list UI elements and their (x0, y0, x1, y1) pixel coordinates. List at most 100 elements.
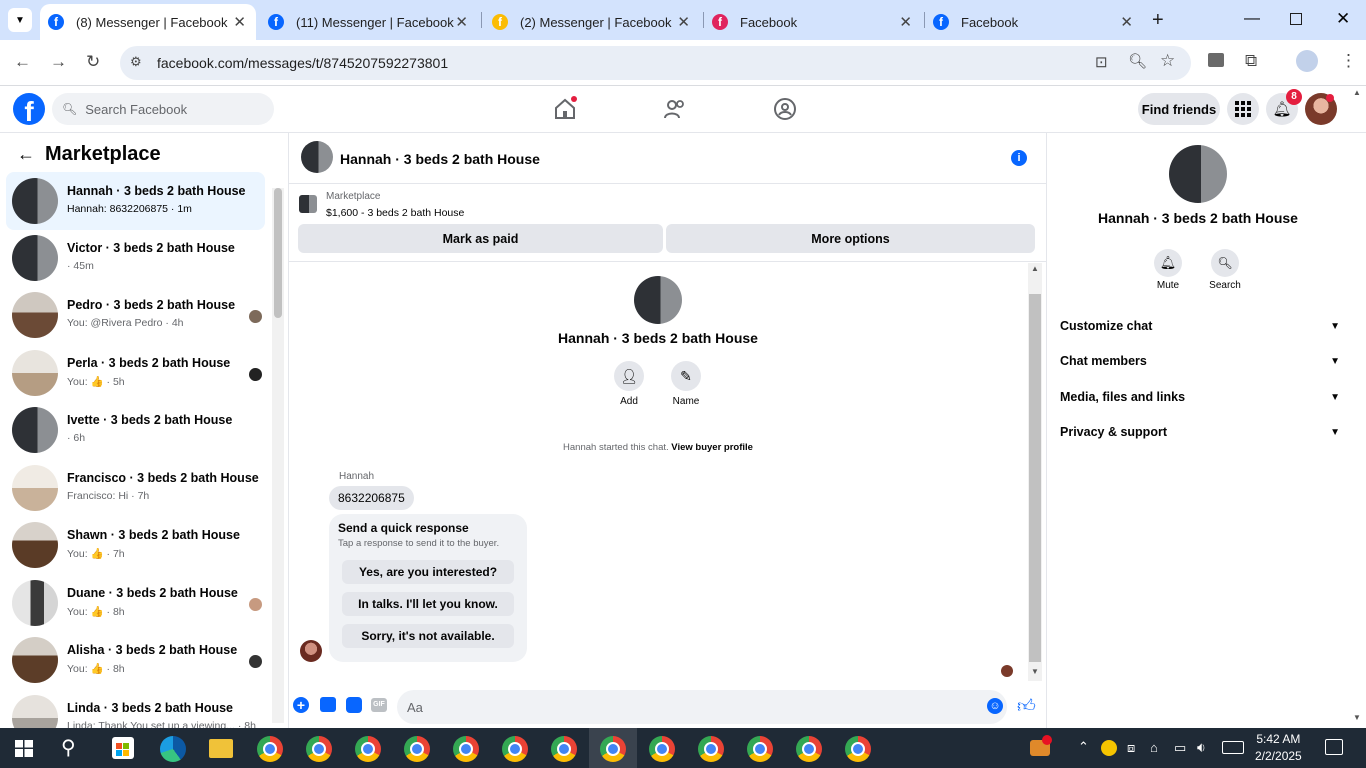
extensions-icon[interactable]: ⧉ (1245, 51, 1257, 71)
back-arrow-icon[interactable]: ← (17, 144, 35, 165)
page-scroll-down-arrow[interactable]: ▼ (1353, 713, 1361, 722)
plus-icon[interactable]: + (293, 697, 309, 713)
chrome-icon[interactable] (845, 736, 871, 762)
add-member-button[interactable]: 👤︎ (614, 361, 644, 391)
groups-icon[interactable] (773, 97, 797, 121)
conversation-item[interactable]: Francisco · 3 beds 2 bath House Francisc… (6, 459, 265, 517)
mute-button[interactable]: 🔔︎ (1154, 249, 1182, 277)
close-icon[interactable]: ✕ (233, 13, 246, 31)
conversation-item[interactable]: Alisha · 3 beds 2 bath House You: 👍 · 8h (6, 631, 265, 689)
privacy-support-section[interactable]: Privacy & support ▼ (1060, 422, 1340, 442)
like-thumb-icon[interactable]: 👍︎ (1017, 695, 1036, 717)
conversation-item[interactable]: Duane · 3 beds 2 bath House You: 👍 · 8h (6, 574, 265, 632)
chrome-icon[interactable] (257, 736, 283, 762)
file-explorer-icon[interactable] (209, 739, 233, 758)
close-icon[interactable]: ✕ (677, 13, 690, 31)
search-in-chat-button[interactable]: 🔍︎ (1211, 249, 1239, 277)
usb-tray-icon[interactable]: ⌂ (1150, 740, 1158, 755)
page-scroll-up-arrow[interactable]: ▲ (1353, 88, 1361, 97)
mark-as-paid-button[interactable]: Mark as paid (298, 224, 663, 253)
menu-icon[interactable]: ⋮ (1340, 51, 1357, 71)
conversation-item[interactable]: Hannah · 3 beds 2 bath House Hannah: 863… (6, 172, 265, 230)
emoji-icon[interactable]: ☺ (987, 698, 1003, 714)
network-icon[interactable]: ▭ (1174, 740, 1186, 756)
camera-tray-icon[interactable]: ⧈ (1127, 740, 1135, 756)
customize-chat-section[interactable]: Customize chat ▼ (1060, 316, 1340, 336)
bookmark-star-icon[interactable]: ☆ (1160, 51, 1175, 71)
quick-response-button[interactable]: In talks. I'll let you know. (342, 592, 514, 616)
quick-response-button[interactable]: Yes, are you interested? (342, 560, 514, 584)
chrome-icon[interactable] (698, 736, 724, 762)
conversation-item[interactable]: Perla · 3 beds 2 bath House You: 👍 · 5h (6, 344, 265, 402)
tab-2[interactable]: f (11) Messenger | Facebook ✕ (260, 4, 478, 40)
tab-5[interactable]: f Facebook ✕ (925, 4, 1143, 40)
conversation-item[interactable]: Ivette · 3 beds 2 bath House · 6h (6, 401, 265, 459)
close-icon[interactable]: ✕ (455, 13, 468, 31)
photo-icon[interactable] (320, 697, 336, 712)
scrollbar-thumb[interactable] (1029, 294, 1041, 662)
listing-price[interactable]: $1,600 - 3 beds 2 bath House (326, 207, 464, 219)
back-icon[interactable]: ← (14, 52, 31, 72)
sticker-icon[interactable] (346, 697, 362, 713)
volume-icon[interactable]: 🔉︎ (1197, 739, 1206, 756)
more-options-button[interactable]: More options (666, 224, 1035, 253)
chrome-icon[interactable] (796, 736, 822, 762)
media-files-links-section[interactable]: Media, files and links ▼ (1060, 387, 1340, 407)
scrollbar-thumb[interactable] (274, 188, 282, 318)
edge-icon[interactable] (160, 736, 186, 762)
chrome-icon[interactable] (600, 736, 626, 762)
address-bar[interactable]: ⚙ facebook.com/messages/t/87452075922738… (120, 46, 1191, 80)
chrome-icon[interactable] (453, 736, 479, 762)
tray-chevron-up-icon[interactable]: ⌃ (1078, 739, 1089, 755)
conversation-item[interactable]: Linda · 3 beds 2 bath House Linda: Thank… (6, 689, 265, 728)
reload-icon[interactable]: ↻ (86, 52, 100, 72)
facebook-logo-icon[interactable]: f (13, 93, 45, 125)
search-icon[interactable]: ⚲ (61, 735, 76, 760)
chrome-icon[interactable] (747, 736, 773, 762)
windows-start-icon[interactable] (15, 740, 33, 757)
facebook-search-input[interactable]: 🔍︎ Search Facebook (52, 93, 274, 125)
conversation-item[interactable]: Shawn · 3 beds 2 bath House You: 👍 · 7h (6, 516, 265, 574)
sidebar-scrollbar[interactable] (272, 188, 284, 723)
message-input[interactable]: Aa (397, 690, 1007, 724)
tab-3[interactable]: f (2) Messenger | Facebook ✕ (484, 4, 700, 40)
chrome-icon[interactable] (355, 736, 381, 762)
edit-name-button[interactable]: ✎ (671, 361, 701, 391)
restore-icon[interactable] (1290, 13, 1302, 25)
tab-4[interactable]: f Facebook ✕ (704, 4, 922, 40)
view-buyer-profile-link[interactable]: View buyer profile (671, 442, 753, 453)
system-clock[interactable]: 5:42 AM 2/2/2025 (1255, 731, 1302, 765)
chat-avatar[interactable] (301, 141, 333, 173)
conversation-item[interactable]: Pedro · 3 beds 2 bath House You: @Rivera… (6, 286, 265, 344)
store-icon[interactable] (112, 737, 134, 759)
chat-scrollbar[interactable]: ▲ ▼ (1028, 263, 1042, 681)
tray-app-icon[interactable] (1101, 740, 1117, 756)
message-bubble[interactable]: 8632206875 (329, 486, 414, 510)
notification-center-icon[interactable] (1325, 739, 1343, 755)
new-tab-button[interactable]: + (1152, 9, 1164, 32)
minimize-icon[interactable]: — (1244, 10, 1260, 28)
chrome-icon[interactable] (649, 736, 675, 762)
tab-1[interactable]: f (8) Messenger | Facebook ✕ (40, 4, 256, 40)
details-avatar[interactable] (1169, 145, 1227, 203)
tab-search-button[interactable]: ▼ (8, 8, 32, 32)
zoom-icon[interactable]: 🔍︎ (1128, 52, 1147, 70)
chrome-icon[interactable] (404, 736, 430, 762)
scroll-down-arrow[interactable]: ▼ (1031, 667, 1039, 676)
find-friends-button[interactable]: Find friends (1138, 93, 1220, 125)
site-info-icon[interactable]: ⚙ (130, 54, 142, 70)
chat-title[interactable]: Hannah · 3 beds 2 bath House (340, 151, 540, 167)
chat-members-section[interactable]: Chat members ▼ (1060, 351, 1340, 371)
profile-icon[interactable] (1296, 50, 1318, 72)
info-icon[interactable]: i (1011, 150, 1027, 166)
chrome-icon[interactable] (502, 736, 528, 762)
scroll-up-arrow[interactable]: ▲ (1031, 264, 1039, 273)
menu-grid-button[interactable] (1227, 93, 1259, 125)
friends-icon[interactable] (663, 97, 687, 121)
forward-icon[interactable]: → (50, 52, 67, 72)
chrome-icon[interactable] (306, 736, 332, 762)
window-close-icon[interactable]: ✕ (1336, 9, 1350, 29)
quick-response-button[interactable]: Sorry, it's not available. (342, 624, 514, 648)
conversation-item[interactable]: Victor · 3 beds 2 bath House · 45m (6, 229, 265, 287)
close-icon[interactable]: ✕ (1120, 13, 1133, 31)
